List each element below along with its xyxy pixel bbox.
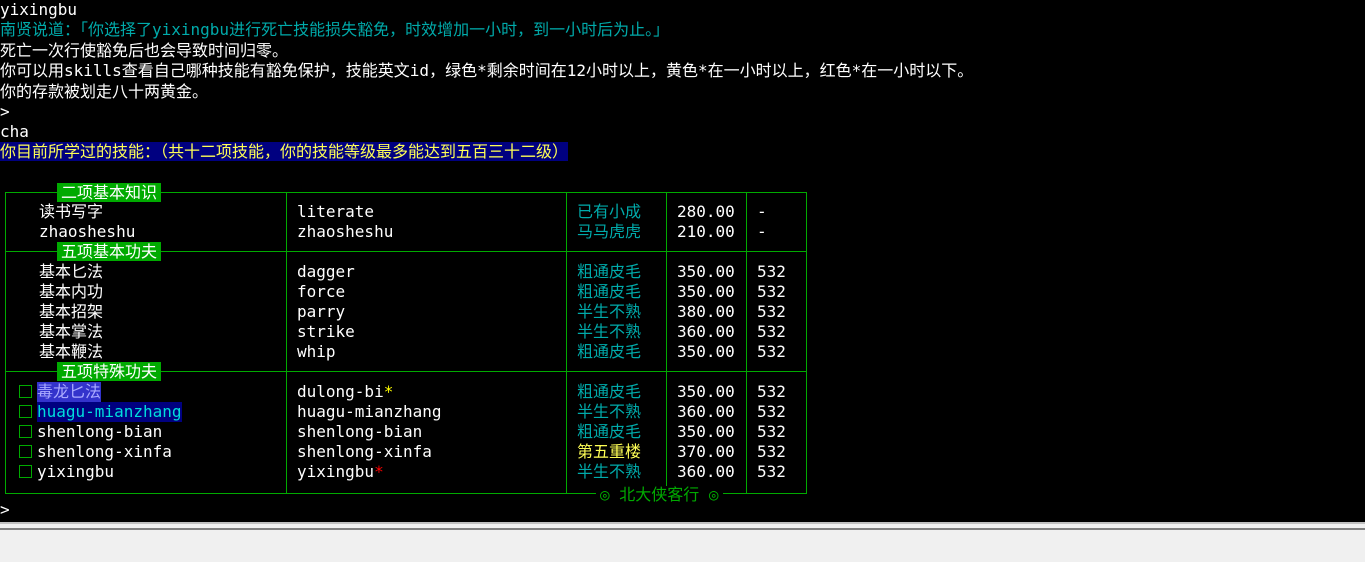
- skill-points: 350.00: [677, 282, 735, 301]
- protection-star: *: [374, 462, 384, 481]
- skill-level: 半生不熟: [577, 402, 642, 421]
- skill-name: huagu-mianzhang: [37, 402, 182, 422]
- skill-id: zhaosheshu: [297, 222, 394, 241]
- skills-table: 二项基本知识 五项基本功夫 五项特殊功夫 读书写字 literate 已有小成 …: [5, 183, 807, 504]
- skill-points: 360.00: [677, 402, 735, 421]
- skill-checkbox[interactable]: [19, 425, 32, 438]
- skill-limit: -: [757, 202, 767, 221]
- skill-id: dagger: [297, 262, 355, 281]
- console-line-info: 你的存款被划走八十两黄金。: [0, 82, 209, 101]
- table-divider: [286, 193, 287, 493]
- skill-name: 基本鞭法: [39, 342, 104, 361]
- skill-name: shenlong-bian: [37, 422, 163, 441]
- skill-id: shenlong-bian: [297, 422, 423, 441]
- skill-level: 马马虎虎: [577, 222, 642, 241]
- skill-points: 280.00: [677, 202, 735, 221]
- skill-name: yixingbu: [37, 462, 115, 481]
- table-divider: [566, 193, 567, 493]
- skill-points: 210.00: [677, 222, 735, 241]
- skill-id: yixingbu*: [297, 462, 384, 482]
- skill-id: parry: [297, 302, 346, 321]
- skill-checkbox[interactable]: [19, 405, 32, 418]
- skill-name: 毒龙匕法: [37, 382, 102, 402]
- skill-limit: 532: [757, 342, 786, 361]
- skill-id-text: dulong-bi: [297, 382, 384, 401]
- skill-id: strike: [297, 322, 355, 341]
- skill-points: 350.00: [677, 342, 735, 361]
- skill-points: 350.00: [677, 422, 735, 441]
- skill-limit: 532: [757, 422, 786, 441]
- skills-header: 你目前所学过的技能：（共十二项技能，你的技能等级最多能达到五百三十二级）: [0, 142, 569, 162]
- skills-header-text: 你目前所学过的技能：（共十二项技能，你的技能等级最多能达到五百三十二级）: [0, 142, 569, 161]
- skill-id: force: [297, 282, 346, 301]
- console-line-cmd: yixingbu: [0, 0, 78, 19]
- input-bar-border: [0, 528, 1365, 530]
- console-line-npc-say: 南贤说道：「你选择了yixingbu进行死亡技能损失豁免，时效增加一小时，到一小…: [0, 20, 670, 39]
- skill-id: dulong-bi*: [297, 382, 393, 402]
- skill-name: zhaosheshu: [39, 222, 136, 241]
- skill-name: 基本匕法: [39, 262, 104, 281]
- skill-limit: 532: [757, 262, 786, 281]
- skill-level: 粗通皮毛: [577, 262, 642, 281]
- skill-points: 350.00: [677, 382, 735, 401]
- skill-level: 第五重楼: [577, 442, 642, 461]
- table-divider: [666, 193, 667, 493]
- skill-limit: 532: [757, 282, 786, 301]
- skill-checkbox[interactable]: [19, 385, 32, 398]
- skill-id: huagu-mianzhang: [297, 402, 442, 421]
- skill-limit: 532: [757, 302, 786, 321]
- skill-level: 粗通皮毛: [577, 282, 642, 301]
- table-divider: [746, 193, 747, 493]
- skill-points: 380.00: [677, 302, 735, 321]
- skill-points: 360.00: [677, 322, 735, 341]
- skill-level: 粗通皮毛: [577, 342, 642, 361]
- skill-limit: -: [757, 222, 767, 241]
- skill-limit: 532: [757, 382, 786, 401]
- skill-id: literate: [297, 202, 375, 221]
- skill-id: shenlong-xinfa: [297, 442, 432, 461]
- skill-limit: 532: [757, 402, 786, 421]
- skill-limit: 532: [757, 322, 786, 341]
- console-line-cmd: cha: [0, 122, 29, 141]
- skill-level: 粗通皮毛: [577, 382, 642, 401]
- section-special-skills: 五项特殊功夫: [57, 362, 162, 381]
- skill-name: shenlong-xinfa: [37, 442, 172, 461]
- protection-star: *: [383, 382, 394, 401]
- skill-name: 基本内功: [39, 282, 104, 301]
- skill-name: 基本招架: [39, 302, 104, 321]
- section-basic-skills: 五项基本功夫: [57, 242, 162, 261]
- section-basic-knowledge: 二项基本知识: [57, 183, 162, 202]
- skill-level: 半生不熟: [577, 322, 642, 341]
- skill-points: 360.00: [677, 462, 735, 481]
- skill-limit: 532: [757, 462, 786, 481]
- console-line-info: 你可以用skills查看自己哪种技能有豁免保护，技能英文id，绿色*剩余时间在1…: [0, 61, 974, 80]
- skill-id-text: yixingbu: [297, 462, 375, 481]
- skill-name: 基本掌法: [39, 322, 104, 341]
- skill-points: 350.00: [677, 262, 735, 281]
- skill-id: whip: [297, 342, 336, 361]
- table-footer: ◎ 北大侠客行 ◎: [596, 486, 723, 504]
- skill-level: 已有小成: [577, 202, 642, 221]
- console-prompt: >: [0, 102, 10, 121]
- console-prompt: >: [0, 500, 10, 519]
- skill-level: 粗通皮毛: [577, 422, 642, 441]
- skill-level: 半生不熟: [577, 302, 642, 321]
- skill-level: 半生不熟: [577, 462, 642, 481]
- skill-checkbox[interactable]: [19, 465, 32, 478]
- console-line-info: 死亡一次行使豁免后也会导致时间归零。: [0, 41, 289, 60]
- skill-points: 370.00: [677, 442, 735, 461]
- skill-limit: 532: [757, 442, 786, 461]
- skill-name: 读书写字: [39, 202, 104, 221]
- skill-checkbox[interactable]: [19, 445, 32, 458]
